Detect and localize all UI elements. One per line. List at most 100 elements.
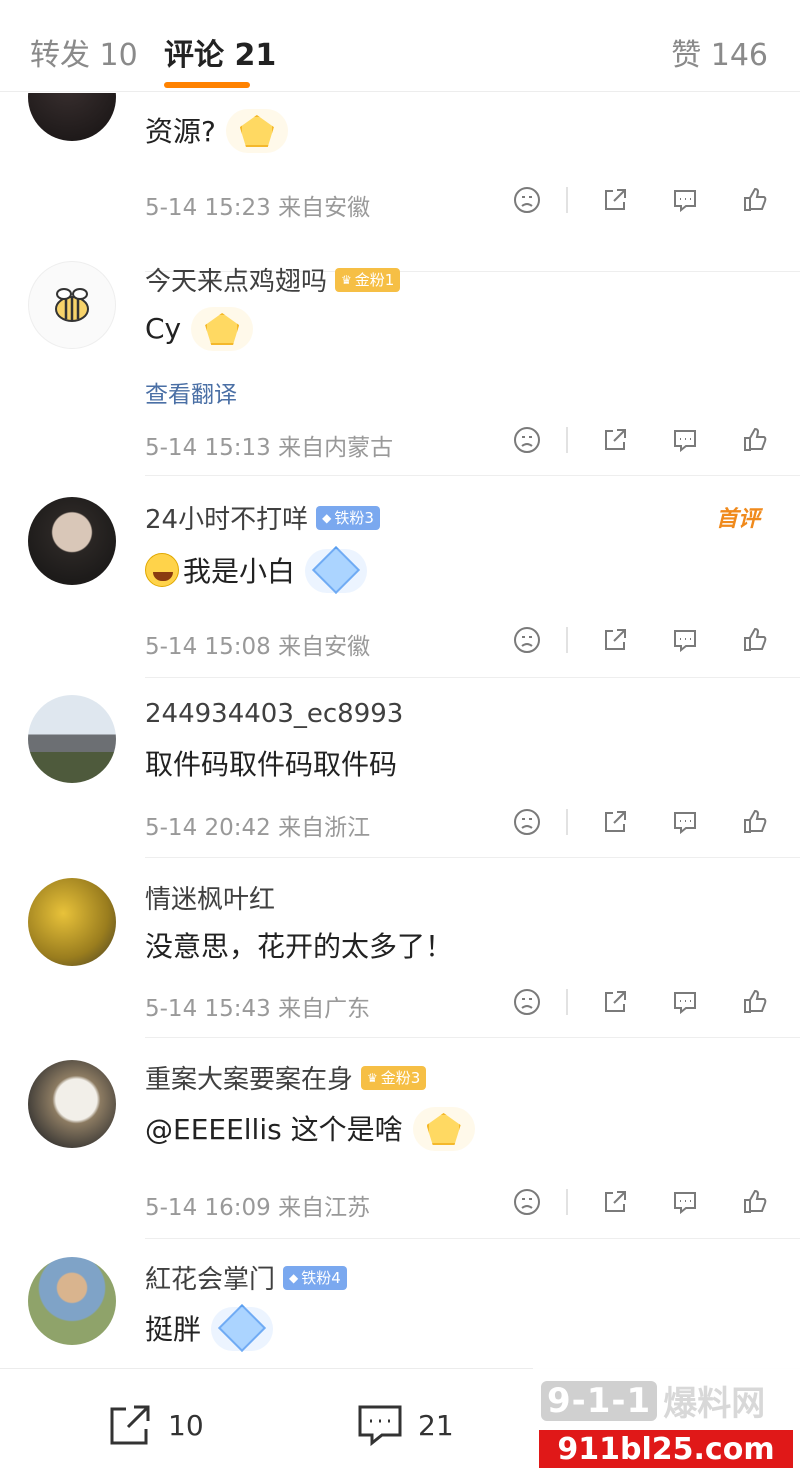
- fan-badge[interactable]: ◆ 铁粉3: [316, 505, 380, 530]
- like-icon[interactable]: [738, 423, 772, 457]
- share-icon[interactable]: [598, 183, 632, 217]
- comment-text-content: @EEEEllis 这个是啥: [145, 1113, 403, 1146]
- bee-avatar-art: [55, 288, 89, 322]
- like-icon[interactable]: [738, 623, 772, 657]
- comment-meta: 5-14 15:23 来自安徽: [145, 195, 371, 221]
- action-separator: [566, 1189, 568, 1215]
- action-separator: [566, 427, 568, 453]
- dislike-icon[interactable]: [510, 1185, 544, 1219]
- action-separator: [566, 989, 568, 1015]
- fan-badge-label: 铁粉4: [301, 1269, 341, 1287]
- like-icon[interactable]: [738, 985, 772, 1019]
- dislike-icon[interactable]: [510, 623, 544, 657]
- commenter-name[interactable]: 24小时不打咩: [145, 499, 308, 536]
- comment-button[interactable]: 21: [354, 1399, 454, 1451]
- avatar[interactable]: [28, 695, 116, 783]
- fan-badge[interactable]: ♛ 金粉1: [335, 267, 401, 292]
- comment-item: 紅花会掌门 ◆ 铁粉4 挺胖: [0, 1257, 800, 1368]
- commenter-row: 244934403_ec8993: [145, 699, 403, 729]
- commenter-name[interactable]: 重案大案要案在身: [145, 1059, 353, 1096]
- dislike-icon[interactable]: [510, 985, 544, 1019]
- crown-icon: ♛: [341, 272, 352, 287]
- comment-item: 资源? 5-14 15:23 来自安徽: [0, 93, 800, 273]
- reply-icon: [358, 1405, 402, 1447]
- commenter-name[interactable]: 情迷枫叶红: [145, 879, 275, 916]
- comment-meta: 5-14 20:42 来自浙江: [145, 815, 371, 841]
- comment-meta: 5-14 15:43 来自广东: [145, 996, 371, 1022]
- comment-text: 没意思，花开的太多了！: [145, 925, 453, 965]
- comment-text: 资源?: [145, 105, 292, 155]
- commenter-row: 24小时不打咩 ◆ 铁粉3: [145, 499, 380, 536]
- avatar[interactable]: [28, 93, 116, 141]
- comment-meta: 5-14 15:08 来自安徽: [145, 634, 371, 660]
- tab-likes[interactable]: 赞 146: [671, 30, 768, 74]
- comment-actions: [510, 623, 780, 663]
- avatar[interactable]: [28, 1060, 116, 1148]
- comment-item: 今天来点鸡翅吗 ♛ 金粉1 Cy 查看翻译 5-14 15:13 来自内蒙古: [0, 261, 800, 513]
- watermark-url: 911bl25.com: [539, 1430, 793, 1468]
- laugh-cry-emoji: [145, 553, 179, 587]
- share-icon[interactable]: [598, 623, 632, 657]
- commenter-name[interactable]: 今天来点鸡翅吗: [145, 261, 327, 298]
- repost-count: 10: [168, 1408, 204, 1442]
- crown-icon: [222, 105, 292, 155]
- reply-icon[interactable]: [668, 805, 702, 839]
- comment-count: 21: [418, 1408, 454, 1442]
- diamond-icon: [207, 1303, 277, 1353]
- commenter-name[interactable]: 244934403_ec8993: [145, 699, 403, 729]
- share-icon[interactable]: [598, 1185, 632, 1219]
- crown-icon: [187, 303, 257, 353]
- like-icon[interactable]: [738, 183, 772, 217]
- action-separator: [566, 809, 568, 835]
- tab-repost[interactable]: 转发 10: [30, 30, 138, 74]
- comment-text-content: 资源?: [145, 115, 216, 148]
- avatar[interactable]: [28, 878, 116, 966]
- reply-icon[interactable]: [668, 985, 702, 1019]
- watermark-logo: 9-1-1: [541, 1380, 658, 1421]
- comment-meta: 5-14 16:09 来自江苏: [145, 1195, 371, 1221]
- reply-icon[interactable]: [668, 183, 702, 217]
- commenter-row: 今天来点鸡翅吗 ♛ 金粉1: [145, 261, 401, 298]
- like-icon[interactable]: [738, 805, 772, 839]
- reply-icon[interactable]: [668, 623, 702, 657]
- fan-badge[interactable]: ♛ 金粉3: [361, 1065, 427, 1090]
- avatar[interactable]: [28, 1257, 116, 1345]
- comment-actions: [510, 985, 780, 1025]
- fan-badge-label: 铁粉3: [334, 509, 374, 527]
- share-icon[interactable]: [598, 805, 632, 839]
- like-icon[interactable]: [738, 1185, 772, 1219]
- comment-actions: [510, 183, 780, 223]
- fan-badge[interactable]: ◆ 铁粉4: [283, 1265, 347, 1290]
- comment-divider: [145, 1238, 800, 1239]
- first-comment-tag: 首评: [715, 507, 760, 532]
- avatar[interactable]: [28, 261, 116, 349]
- share-icon[interactable]: [598, 423, 632, 457]
- fan-badge-label: 金粉3: [380, 1069, 421, 1087]
- dislike-icon[interactable]: [510, 183, 544, 217]
- commenter-row: 紅花会掌门 ◆ 铁粉4: [145, 1259, 347, 1296]
- comment-text-content: 没意思，花开的太多了！: [145, 930, 454, 963]
- reply-icon[interactable]: [668, 423, 702, 457]
- tab-comments[interactable]: 评论 21: [164, 30, 276, 88]
- share-icon: [110, 1405, 150, 1445]
- avatar[interactable]: [28, 497, 116, 585]
- comment-text: Cy: [145, 303, 257, 353]
- action-separator: [566, 627, 568, 653]
- comment-actions: [510, 805, 780, 845]
- crown-icon: [409, 1103, 479, 1153]
- view-translation-link[interactable]: 查看翻译: [145, 375, 237, 409]
- comment-item: 244934403_ec8993 取件码取件码取件码 5-14 20:42 来自…: [0, 695, 800, 893]
- comment-item: 情迷枫叶红 没意思，花开的太多了！ 5-14 15:43 来自广东: [0, 878, 800, 1073]
- commenter-row: 情迷枫叶红: [145, 879, 275, 916]
- comment-divider: [145, 857, 800, 858]
- comment-text-content: 取件码取件码取件码: [145, 748, 398, 781]
- repost-button[interactable]: 10: [104, 1399, 204, 1451]
- share-icon[interactable]: [598, 985, 632, 1019]
- dislike-icon[interactable]: [510, 805, 544, 839]
- reply-icon[interactable]: [668, 1185, 702, 1219]
- comment-list[interactable]: 资源? 5-14 15:23 来自安徽 今天来点鸡翅吗 ♛ 金粉1 Cy 查看翻译…: [0, 93, 800, 1368]
- dislike-icon[interactable]: [510, 423, 544, 457]
- comment-text: @EEEEllis 这个是啥: [145, 1103, 479, 1153]
- comment-tabs-header: 转发 10 评论 21 赞 146: [0, 0, 800, 92]
- commenter-name[interactable]: 紅花会掌门: [145, 1259, 275, 1296]
